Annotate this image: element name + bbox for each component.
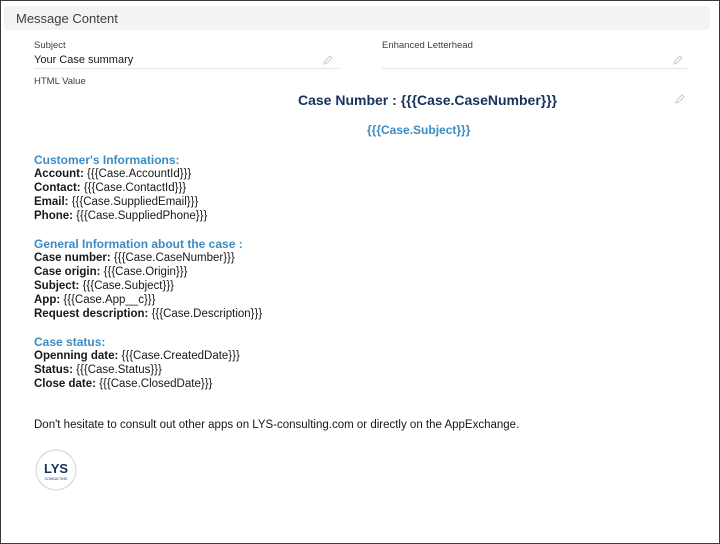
status-block: Case status: Openning date: {{{Case.Crea…	[34, 335, 240, 391]
list-item: Subject: {{{Case.Subject}}}	[34, 280, 175, 292]
pencil-icon[interactable]	[323, 55, 333, 65]
list-item: Contact: {{{Case.ContactId}}}	[34, 182, 187, 194]
customer-block: Customer's Informations: Account: {{{Cas…	[34, 153, 207, 223]
letter-title: Case Number : {{{Case.CaseNumber}}}	[298, 92, 558, 108]
list-item: Phone: {{{Case.SuppliedPhone}}}	[34, 210, 208, 222]
subject-value[interactable]: Your Case summary	[34, 52, 339, 69]
subject-label: Subject	[34, 40, 66, 51]
section-title: Message Content	[16, 10, 118, 26]
list-item: Openning date: {{{Case.CreatedDate}}}	[34, 350, 240, 362]
letterhead-label: Enhanced Letterhead	[382, 40, 473, 51]
general-block: General Information about the case : Cas…	[34, 237, 262, 321]
letterhead-value[interactable]	[382, 52, 689, 69]
lys-logo: LYS CONSULTING	[35, 449, 77, 491]
message-content-panel: Message Content Subject Your Case summar…	[0, 0, 720, 544]
letterhead-field: Enhanced Letterhead	[382, 40, 689, 69]
letter-subject: {{{Case.Subject}}}	[367, 123, 471, 137]
html-value-field: HTML Value	[34, 76, 86, 88]
subject-text: Your Case summary	[34, 54, 134, 66]
list-item: Case number: {{{Case.CaseNumber}}}	[34, 252, 235, 264]
list-item: Status: {{{Case.Status}}}	[34, 364, 162, 376]
logo-subtext: CONSULTING	[45, 477, 68, 481]
list-item: Request description: {{{Case.Description…	[34, 308, 263, 320]
list-item: Case origin: {{{Case.Origin}}}	[34, 266, 188, 278]
pencil-icon[interactable]	[675, 94, 685, 104]
subject-field: Subject Your Case summary	[34, 40, 339, 69]
general-heading: General Information about the case :	[34, 237, 243, 251]
list-item: App: {{{Case.App__c}}}	[34, 294, 156, 306]
list-item: Account: {{{Case.AccountId}}}	[34, 168, 192, 180]
list-item: Email: {{{Case.SuppliedEmail}}}	[34, 196, 199, 208]
pencil-icon[interactable]	[673, 55, 683, 65]
customer-heading: Customer's Informations:	[34, 153, 180, 167]
section-header[interactable]: Message Content	[4, 6, 710, 30]
status-heading: Case status:	[34, 335, 106, 349]
logo-text: LYS	[44, 461, 68, 476]
list-item: Close date: {{{Case.ClosedDate}}}	[34, 378, 213, 390]
footer-text: Don't hesitate to consult out other apps…	[34, 419, 520, 431]
html-value-label: HTML Value	[34, 76, 86, 87]
